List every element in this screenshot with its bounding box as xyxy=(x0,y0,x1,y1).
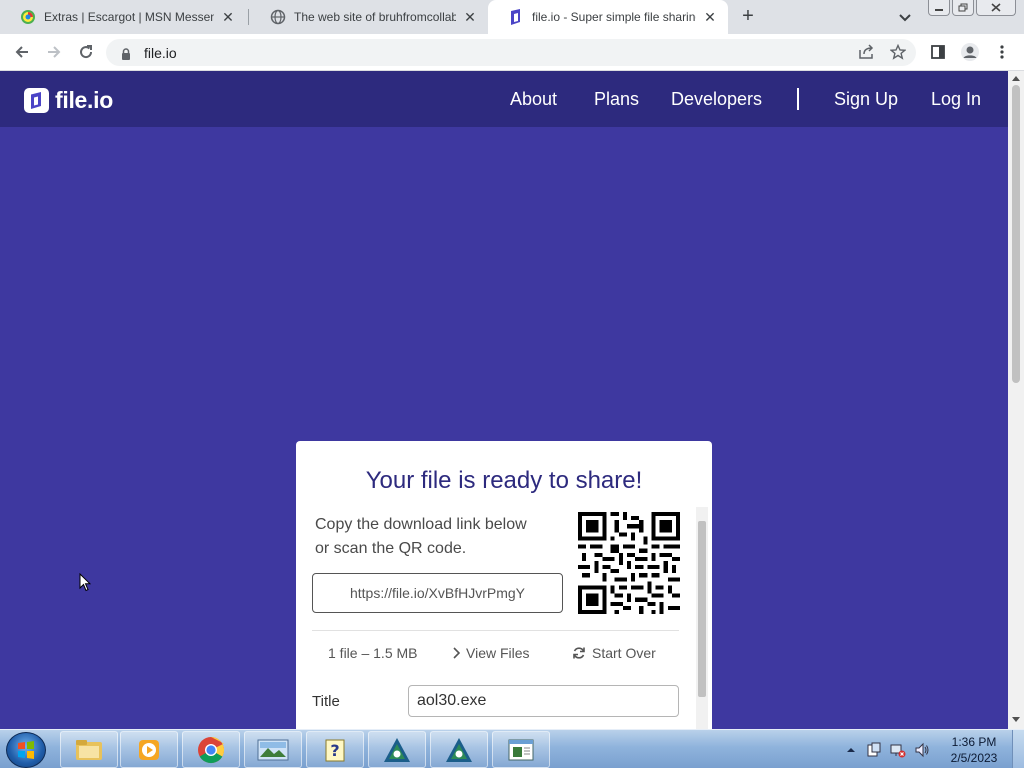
escargot-icon xyxy=(20,9,36,25)
window-controls xyxy=(928,0,1016,18)
share-card: Your file is ready to share! Copy the do… xyxy=(296,441,712,729)
reload-button[interactable] xyxy=(76,42,96,62)
tab-escargot[interactable]: Extras | Escargot | MSN Messeng ✕ xyxy=(0,0,246,34)
explorer-icon xyxy=(76,739,102,760)
globe-icon xyxy=(270,9,286,25)
download-link-field[interactable]: https://file.io/XvBfHJvrPmgY xyxy=(312,573,563,613)
view-files-button[interactable]: View Files xyxy=(452,645,530,661)
chrome-icon xyxy=(198,736,225,763)
taskbar-aol-1[interactable] xyxy=(368,731,426,768)
file-summary: 1 file – 1.5 MB xyxy=(328,645,418,661)
tab-bruhfromcollaby[interactable]: The web site of bruhfromcollaby ✕ xyxy=(250,0,488,34)
tab-separator xyxy=(248,9,249,25)
tab-title: Extras | Escargot | MSN Messeng xyxy=(44,10,214,24)
refresh-icon xyxy=(573,647,585,659)
network-icon[interactable] xyxy=(890,742,906,758)
card-scrollbar-thumb[interactable] xyxy=(698,521,706,697)
media-player-icon xyxy=(139,739,159,760)
divider xyxy=(312,630,679,631)
file-io-icon xyxy=(508,9,524,25)
lock-icon[interactable] xyxy=(120,47,132,60)
restore-button[interactable] xyxy=(952,0,974,16)
nav-sign-up[interactable]: Sign Up xyxy=(834,89,898,110)
browser-toolbar: file.io xyxy=(0,34,1024,71)
card-description-line: or scan the QR code. xyxy=(315,540,467,557)
nav-log-in[interactable]: Log In xyxy=(931,89,981,110)
scroll-up-arrow-icon[interactable] xyxy=(1012,76,1020,81)
taskbar-clock[interactable]: 1:36 PM 2/5/2023 xyxy=(944,734,1004,766)
photo-viewer-icon xyxy=(257,739,289,760)
show-hidden-icons-icon[interactable] xyxy=(846,745,856,755)
nav-about[interactable]: About xyxy=(510,89,557,110)
start-button[interactable] xyxy=(6,732,46,768)
card-title: Your file is ready to share! xyxy=(365,467,643,494)
help-icon: ? xyxy=(325,739,345,761)
scroll-down-arrow-icon[interactable] xyxy=(1012,717,1020,722)
start-over-button[interactable]: Start Over xyxy=(572,645,656,661)
page-content: file.io About Plans Developers Sign Up L… xyxy=(0,71,1008,729)
close-tab-icon[interactable]: ✕ xyxy=(220,9,236,25)
view-files-label: View Files xyxy=(466,645,530,661)
page-scrollbar[interactable] xyxy=(1008,71,1024,729)
volume-icon[interactable] xyxy=(914,742,930,758)
minimize-button[interactable] xyxy=(928,0,950,16)
tab-file-io[interactable]: file.io - Super simple file sharing ✕ xyxy=(488,0,728,34)
action-center-icon[interactable] xyxy=(866,742,882,758)
nav-developers[interactable]: Developers xyxy=(671,89,762,110)
svg-text:?: ? xyxy=(330,741,339,760)
windows-logo-icon xyxy=(18,741,34,759)
forward-button[interactable] xyxy=(44,42,64,62)
taskbar-media-player[interactable] xyxy=(120,731,178,768)
bookmark-star-icon[interactable] xyxy=(888,42,908,62)
qr-code[interactable] xyxy=(578,512,680,614)
tab-title: file.io - Super simple file sharing xyxy=(532,10,696,24)
title-label: Title xyxy=(312,693,340,710)
system-tray xyxy=(846,730,930,768)
aol-icon xyxy=(384,737,410,762)
close-tab-icon[interactable]: ✕ xyxy=(702,9,718,25)
site-header: file.io About Plans Developers Sign Up L… xyxy=(0,71,1008,127)
side-panel-icon[interactable] xyxy=(928,42,948,62)
logo-text: file.io xyxy=(55,87,113,113)
start-over-label: Start Over xyxy=(592,645,656,661)
card-description: Copy the download link below or scan the… xyxy=(315,513,555,561)
close-window-button[interactable] xyxy=(976,0,1016,16)
show-desktop-button[interactable] xyxy=(1012,730,1024,768)
nav-plans[interactable]: Plans xyxy=(594,89,639,110)
tab-search-chevron-icon[interactable] xyxy=(896,8,914,26)
site-logo[interactable]: file.io xyxy=(24,87,113,114)
url-text: file.io xyxy=(144,44,177,61)
clock-time: 1:36 PM xyxy=(951,735,997,749)
nav-divider xyxy=(797,88,799,110)
mouse-cursor-icon xyxy=(79,573,91,592)
chevron-right-icon xyxy=(453,647,460,659)
close-tab-icon[interactable]: ✕ xyxy=(462,9,478,25)
windows-taskbar: ? 1:36 PM 2/5/2023 xyxy=(0,729,1024,768)
notepad-icon xyxy=(508,739,534,760)
tab-title: The web site of bruhfromcollaby xyxy=(294,10,456,24)
taskbar-explorer[interactable] xyxy=(60,731,118,768)
clock-date: 2/5/2023 xyxy=(950,751,998,765)
tab-strip: Extras | Escargot | MSN Messeng ✕ The we… xyxy=(0,0,1024,34)
page-scrollbar-thumb[interactable] xyxy=(1012,85,1020,383)
title-input[interactable] xyxy=(408,685,679,717)
card-description-line: Copy the download link below xyxy=(315,516,527,533)
card-scrollbar[interactable] xyxy=(696,507,708,729)
share-icon[interactable] xyxy=(856,42,876,62)
taskbar-notepad[interactable] xyxy=(492,731,550,768)
taskbar-help[interactable]: ? xyxy=(306,731,364,768)
file-io-logo-icon xyxy=(24,88,49,113)
menu-kebab-icon[interactable] xyxy=(992,42,1012,62)
profile-avatar-icon[interactable] xyxy=(960,42,980,62)
aol-icon xyxy=(446,737,472,762)
back-button[interactable] xyxy=(12,42,32,62)
taskbar-photo-viewer[interactable] xyxy=(244,731,302,768)
taskbar-chrome[interactable] xyxy=(182,731,240,768)
new-tab-button[interactable]: + xyxy=(736,5,760,29)
taskbar-aol-2[interactable] xyxy=(430,731,488,768)
address-bar[interactable]: file.io xyxy=(106,39,916,66)
